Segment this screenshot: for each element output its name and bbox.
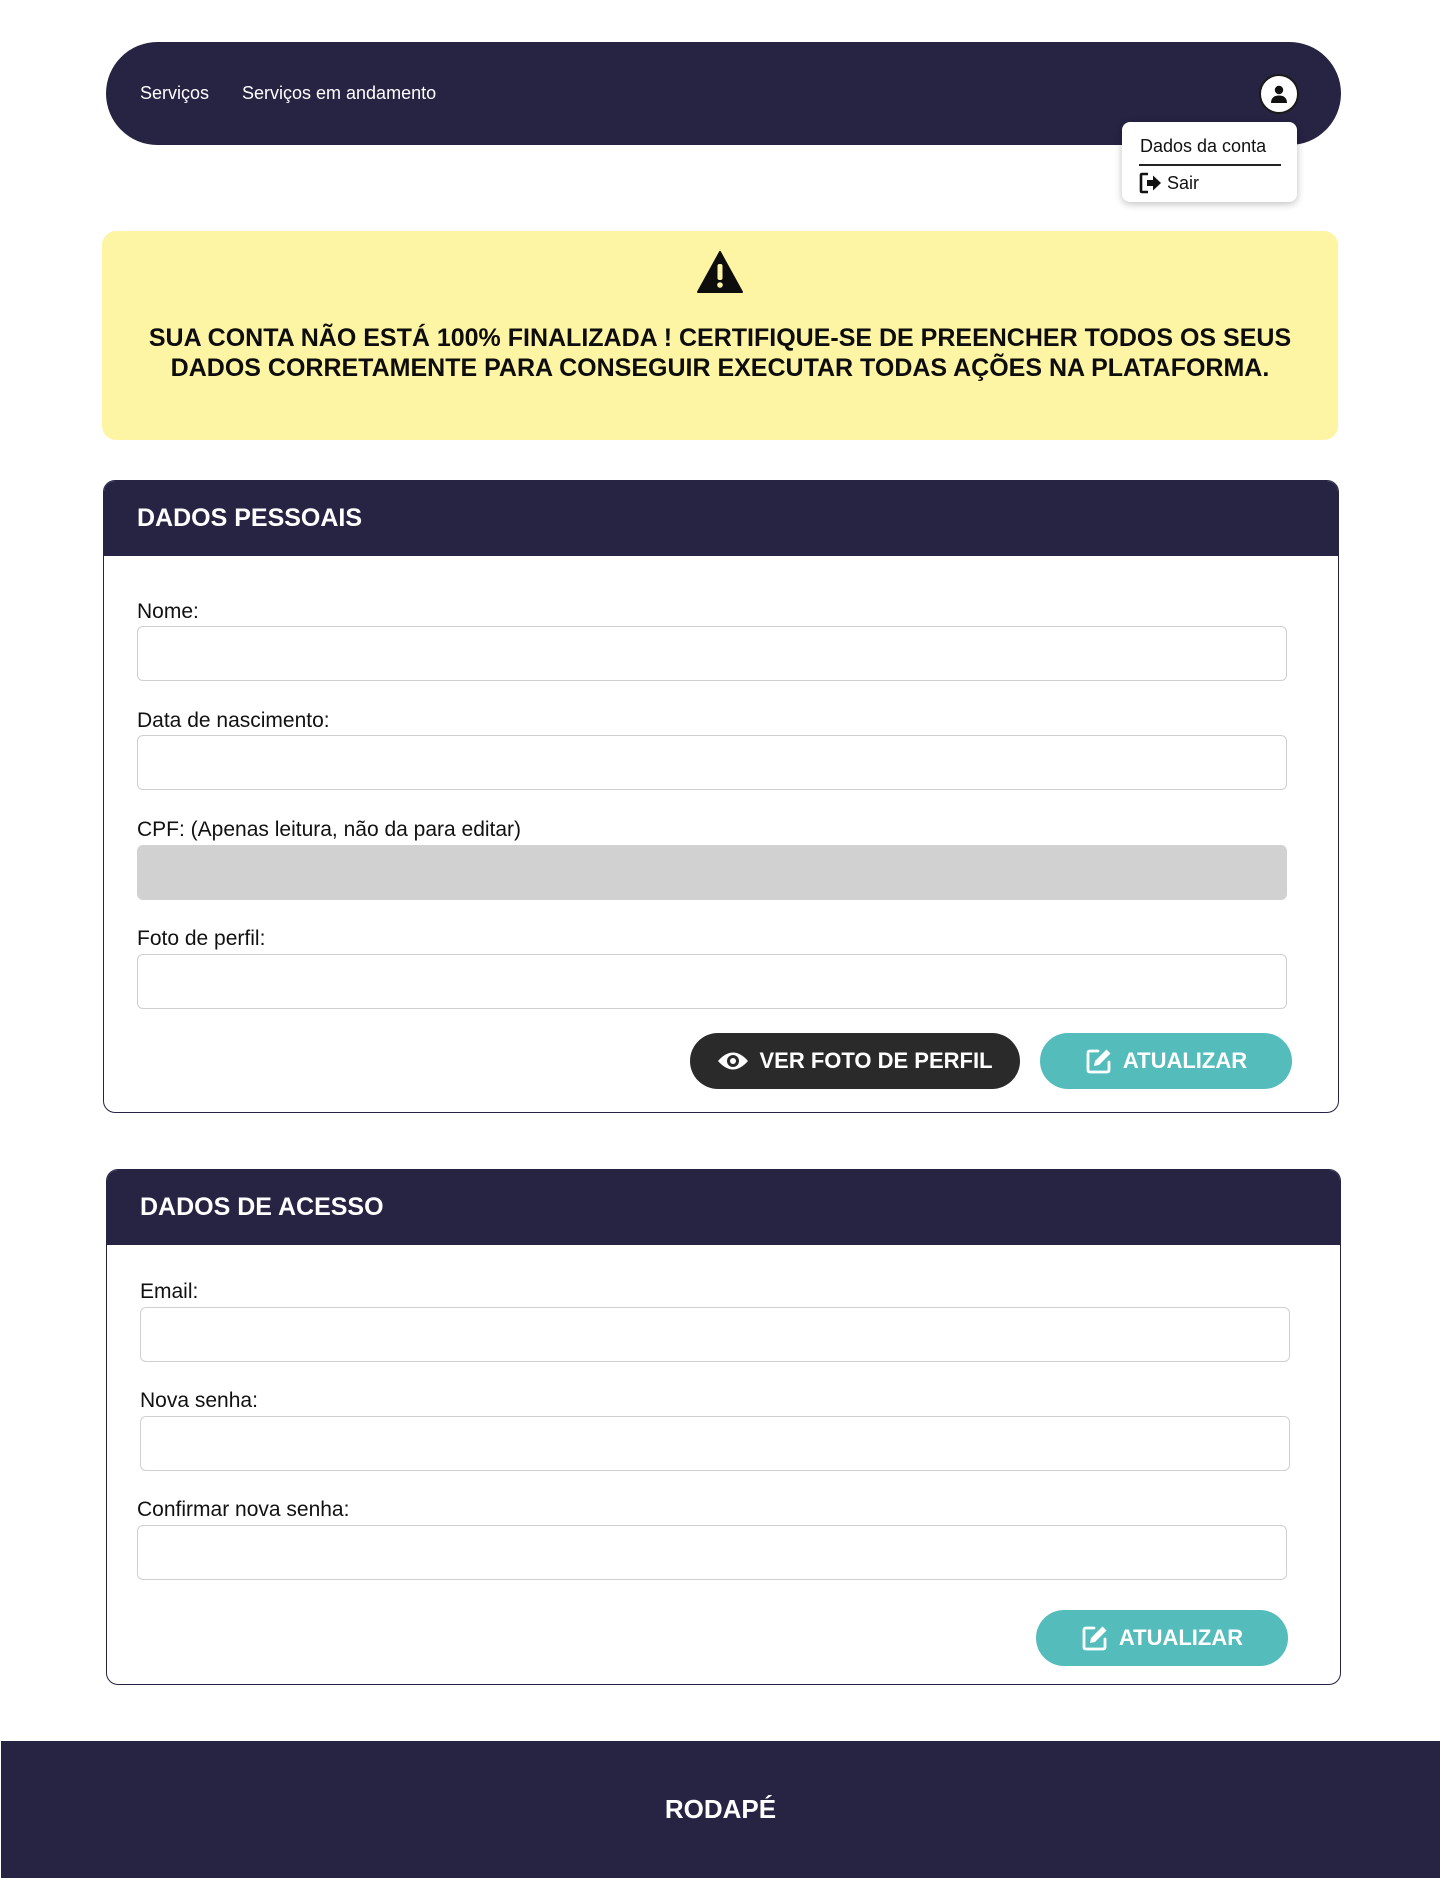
profile-photo-label: Foto de perfil: bbox=[137, 927, 266, 950]
update-personal-data-button[interactable]: ATUALIZAR bbox=[1040, 1033, 1292, 1089]
menu-divider bbox=[1139, 164, 1281, 166]
email-label: Email: bbox=[140, 1280, 199, 1303]
account-dropdown-menu: Dados da conta Sair bbox=[1122, 122, 1297, 202]
profile-photo-input[interactable] bbox=[137, 954, 1287, 1009]
new-password-label: Nova senha: bbox=[140, 1389, 258, 1412]
account-avatar-button[interactable] bbox=[1259, 74, 1299, 114]
incomplete-account-alert: SUA CONTA NÃO ESTÁ 100% FINALIZADA ! CER… bbox=[102, 231, 1338, 440]
edit-icon bbox=[1086, 1049, 1111, 1074]
email-input[interactable] bbox=[140, 1307, 1290, 1362]
alert-message: SUA CONTA NÃO ESTÁ 100% FINALIZADA ! CER… bbox=[148, 324, 1292, 382]
access-data-card: DADOS DE ACESSO Email: Nova senha: Confi… bbox=[106, 1169, 1341, 1685]
nav-link-servicos[interactable]: Serviços bbox=[140, 82, 209, 104]
logout-label: Sair bbox=[1167, 173, 1200, 193]
cpf-label: CPF: (Apenas leitura, não da para editar… bbox=[137, 818, 522, 841]
update-access-data-button[interactable]: ATUALIZAR bbox=[1036, 1610, 1288, 1666]
cpf-input bbox=[137, 845, 1287, 900]
access-data-title: DADOS DE ACESSO bbox=[107, 1170, 1340, 1245]
update-personal-data-label: ATUALIZAR bbox=[1122, 1048, 1248, 1073]
view-profile-photo-button[interactable]: VER FOTO DE PERFIL bbox=[690, 1033, 1020, 1089]
page-footer: RODAPÉ bbox=[1, 1741, 1440, 1878]
confirm-password-input[interactable] bbox=[137, 1525, 1287, 1580]
personal-data-title: DADOS PESSOAIS bbox=[104, 481, 1338, 556]
eye-icon bbox=[718, 1052, 749, 1070]
warning-icon bbox=[697, 251, 743, 293]
name-input[interactable] bbox=[137, 626, 1287, 681]
confirm-password-label: Confirmar nova senha: bbox=[137, 1498, 350, 1521]
menu-item-account-data[interactable]: Dados da conta bbox=[1140, 135, 1266, 157]
name-label: Nome: bbox=[137, 600, 199, 623]
menu-item-logout[interactable]: Sair bbox=[1139, 172, 1199, 194]
user-icon bbox=[1271, 85, 1287, 103]
edit-icon bbox=[1082, 1626, 1107, 1651]
birthdate-input[interactable] bbox=[137, 735, 1287, 790]
logout-icon bbox=[1139, 172, 1161, 194]
footer-text: RODAPÉ bbox=[664, 1794, 777, 1824]
personal-data-card: DADOS PESSOAIS Nome: Data de nascimento:… bbox=[103, 480, 1339, 1113]
nav-link-servicos-em-andamento[interactable]: Serviços em andamento bbox=[242, 82, 436, 104]
update-access-data-label: ATUALIZAR bbox=[1118, 1625, 1244, 1650]
new-password-input[interactable] bbox=[140, 1416, 1290, 1471]
birthdate-label: Data de nascimento: bbox=[137, 709, 330, 732]
view-profile-photo-label: VER FOTO DE PERFIL bbox=[759, 1048, 993, 1073]
